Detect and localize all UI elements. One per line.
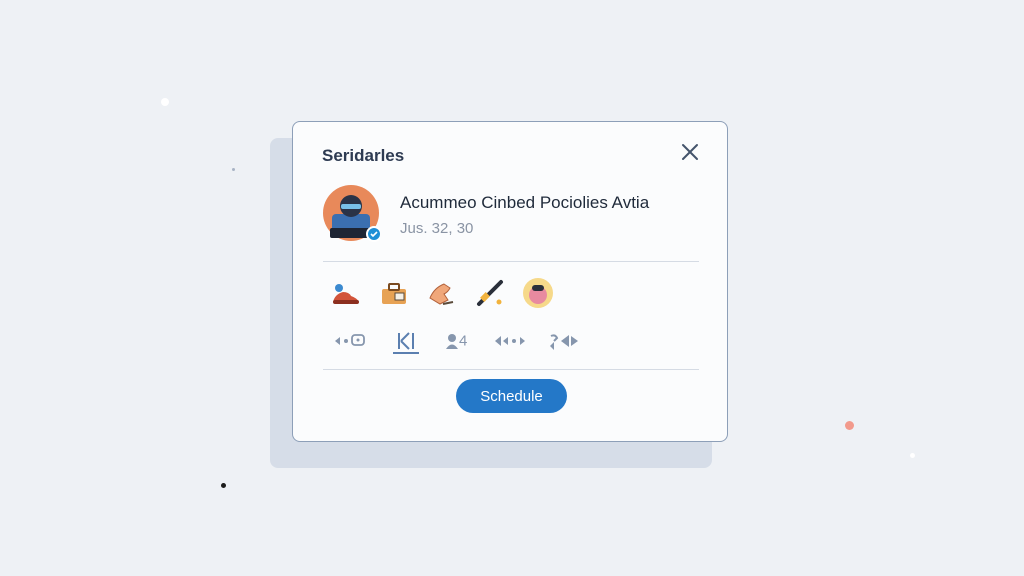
share-dialog: Seridarles Acummeo Cinbed Pociolies Avti… <box>292 121 728 442</box>
bat-icon[interactable] <box>473 276 507 310</box>
post-meta: Jus. 32, 30 <box>400 220 474 237</box>
red-shoes-icon[interactable] <box>329 276 363 310</box>
bg-dot-white-2 <box>910 453 915 458</box>
reaction-row <box>329 276 569 310</box>
pink-character-icon[interactable] <box>521 276 555 310</box>
verified-badge-icon <box>366 226 382 242</box>
bg-dot-small <box>232 168 235 171</box>
user-count-label: 4 <box>459 332 468 350</box>
avatar[interactable] <box>322 184 382 242</box>
user-count-icon[interactable]: 4 <box>445 330 475 352</box>
bg-dot-black <box>221 483 226 488</box>
toolbox-icon[interactable] <box>377 276 411 310</box>
arrow-chat-icon[interactable] <box>333 330 369 352</box>
keyframe-icon[interactable] <box>395 330 419 352</box>
schedule-button[interactable]: Schedule <box>456 379 567 413</box>
post-title: Acummeo Cinbed Pociolies Avtia <box>400 193 650 212</box>
close-icon[interactable] <box>677 139 703 165</box>
active-tab-indicator <box>393 352 419 354</box>
bg-dot-white <box>161 98 169 106</box>
arrows-icon[interactable] <box>493 330 527 352</box>
divider-bottom <box>323 369 699 370</box>
swap-icon[interactable] <box>547 330 581 352</box>
bg-dot-coral <box>845 421 854 430</box>
divider-top <box>323 261 699 262</box>
dialog-title: Seridarles <box>322 146 405 165</box>
hand-icon[interactable] <box>425 276 459 310</box>
